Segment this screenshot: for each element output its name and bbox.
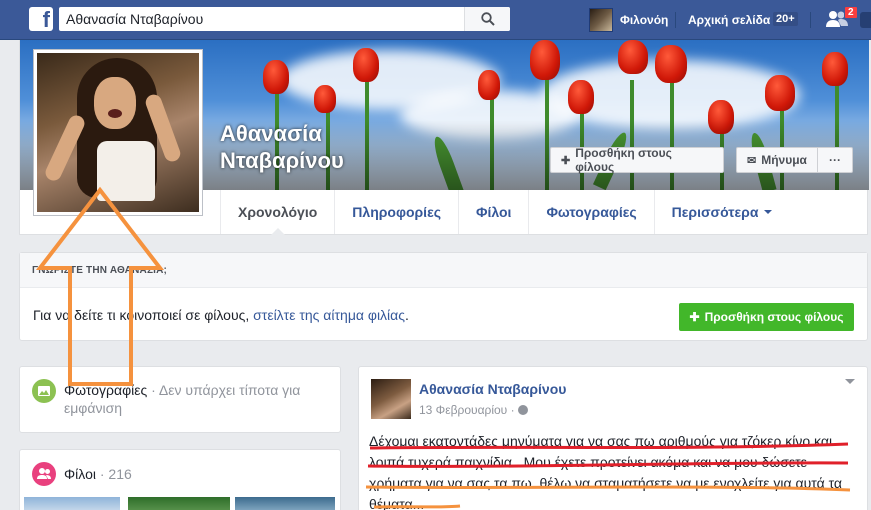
profile-tabs: Χρονολόγιο Πληροφορίες Φίλοι Φωτογραφίες…: [220, 190, 790, 235]
friend-thumbnail[interactable]: [235, 497, 335, 510]
globe-icon: [517, 405, 528, 415]
add-friend-icon: ✚: [561, 154, 571, 167]
friend-requests-count-badge: 2: [844, 6, 858, 19]
friends-icon: [32, 462, 56, 486]
photo-top: [97, 141, 155, 201]
cover-tulip: [568, 80, 594, 114]
tab-label: Φωτογραφίες: [546, 204, 637, 220]
friend-thumbnail[interactable]: [128, 497, 230, 510]
post-author-name[interactable]: Αθανασία Νταβαρίνου: [419, 381, 566, 397]
more-options-button[interactable]: ···: [817, 147, 853, 173]
nav-user-avatar: [589, 8, 613, 32]
know-her-text: Για να δείτε τι κοινοποιεί σε φίλους, στ…: [33, 307, 409, 323]
cover-tulip: [263, 60, 289, 94]
cover-tulip: [478, 70, 500, 100]
cover-tulip: [353, 48, 379, 82]
tab-timeline[interactable]: Χρονολόγιο: [220, 190, 334, 235]
tab-about[interactable]: Πληροφορίες: [334, 190, 458, 234]
post-author-avatar[interactable]: [371, 379, 411, 419]
nav-home-link[interactable]: Αρχική σελίδα: [688, 13, 770, 27]
know-her-period: .: [405, 307, 409, 323]
cover-tulip: [618, 40, 648, 74]
nav-user-name: Φιλονόη: [620, 13, 669, 27]
top-navigation-bar: f Φιλονόη Αρχική σελίδα 20+ 2: [0, 0, 871, 40]
send-friend-request-link[interactable]: στείλτε της αίτημα φιλίας: [253, 307, 405, 323]
search-icon: [481, 12, 495, 26]
post-text: Δέχομαι εκατοντάδες μηνύματα για να σας …: [369, 433, 842, 510]
search-button[interactable]: [464, 7, 510, 31]
tab-friends[interactable]: Φίλοι: [458, 190, 528, 234]
tab-label: Περισσότερα: [671, 204, 759, 220]
add-friend-label: Προσθήκη στους φίλους: [575, 146, 672, 174]
tab-more[interactable]: Περισσότερα: [653, 190, 790, 234]
more-options-label: ···: [829, 153, 841, 167]
add-friend-green-button[interactable]: ✚ Προσθήκη στους φίλους: [679, 303, 854, 331]
post-date[interactable]: 13 Φεβρουαρίου ·: [419, 403, 518, 417]
tab-label: Πληροφορίες: [352, 204, 441, 220]
photos-card: Φωτογραφίες · Δεν υπάρχει τίποτα για εμφ…: [19, 366, 341, 433]
photo-mouth: [108, 109, 122, 118]
facebook-logo[interactable]: f: [29, 7, 53, 32]
cover-tulip: [822, 52, 848, 86]
photo-face: [94, 77, 136, 129]
profile-name-first: Αθανασία: [220, 121, 322, 146]
timeline-post: Αθανασία Νταβαρίνου 13 Φεβρουαρίου · Δέχ…: [358, 366, 868, 510]
post-options-chevron-icon[interactable]: [845, 379, 855, 389]
photos-card-title[interactable]: Φωτογραφίες: [64, 382, 147, 398]
know-her-body: Για να δείτε τι κοινοποιεί σε φίλους,: [33, 307, 254, 323]
search-box: [59, 7, 510, 31]
add-friend-icon: ✚: [689, 310, 700, 324]
friends-card-text: Φίλοι · 216: [64, 466, 132, 482]
tab-label: Χρονολόγιο: [238, 204, 318, 220]
photo-icon: [32, 379, 56, 403]
friends-card-count: · 216: [95, 466, 132, 482]
photos-card-text: Φωτογραφίες · Δεν υπάρχει τίποτα για εμφ…: [64, 381, 332, 417]
cover-tulip: [655, 45, 687, 83]
know-her-card: ΓΝΩΡΙΣΤΕ ΤΗΝ ΑΘΑΝΑΣΙΑ; Για να δείτε τι κ…: [19, 252, 868, 341]
friends-card: Φίλοι · 216: [19, 449, 341, 510]
profile-picture[interactable]: [33, 49, 203, 216]
add-friend-button[interactable]: ✚ Προσθήκη στους φίλους: [550, 146, 724, 174]
friends-card-title[interactable]: Φίλοι: [64, 466, 96, 482]
nav-user-profile-link[interactable]: Φιλονόη: [589, 6, 668, 34]
search-input[interactable]: [59, 7, 459, 31]
home-notification-badge: 20+: [773, 12, 798, 26]
nav-divider: [810, 12, 811, 28]
message-icon: ✉: [747, 154, 757, 167]
friend-requests-button[interactable]: 2: [826, 6, 858, 31]
add-friend-green-label: Προσθήκη στους φίλους: [704, 310, 844, 324]
profile-name-last: Νταβαρίνου: [220, 148, 344, 173]
chevron-down-icon: [764, 210, 773, 218]
message-button[interactable]: ✉ Μήνυμα: [736, 147, 818, 173]
friend-thumbnail[interactable]: [24, 497, 120, 510]
know-her-heading: ΓΝΩΡΙΣΤΕ ΤΗΝ ΑΘΑΝΑΣΙΑ;: [20, 253, 867, 288]
cover-tulip: [765, 75, 795, 111]
profile-photo-image: [37, 53, 199, 212]
cover-tulip: [314, 85, 336, 113]
tab-photos[interactable]: Φωτογραφίες: [528, 190, 653, 234]
tab-label: Φίλοι: [476, 204, 512, 220]
facebook-logo-letter: f: [42, 7, 50, 32]
messages-icon[interactable]: [860, 12, 871, 28]
message-label: Μήνυμα: [761, 153, 807, 167]
profile-name[interactable]: Αθανασία Νταβαρίνου: [220, 120, 420, 174]
nav-divider: [675, 12, 676, 28]
cover-tulip: [530, 40, 560, 80]
post-meta: 13 Φεβρουαρίου ·: [419, 403, 528, 417]
